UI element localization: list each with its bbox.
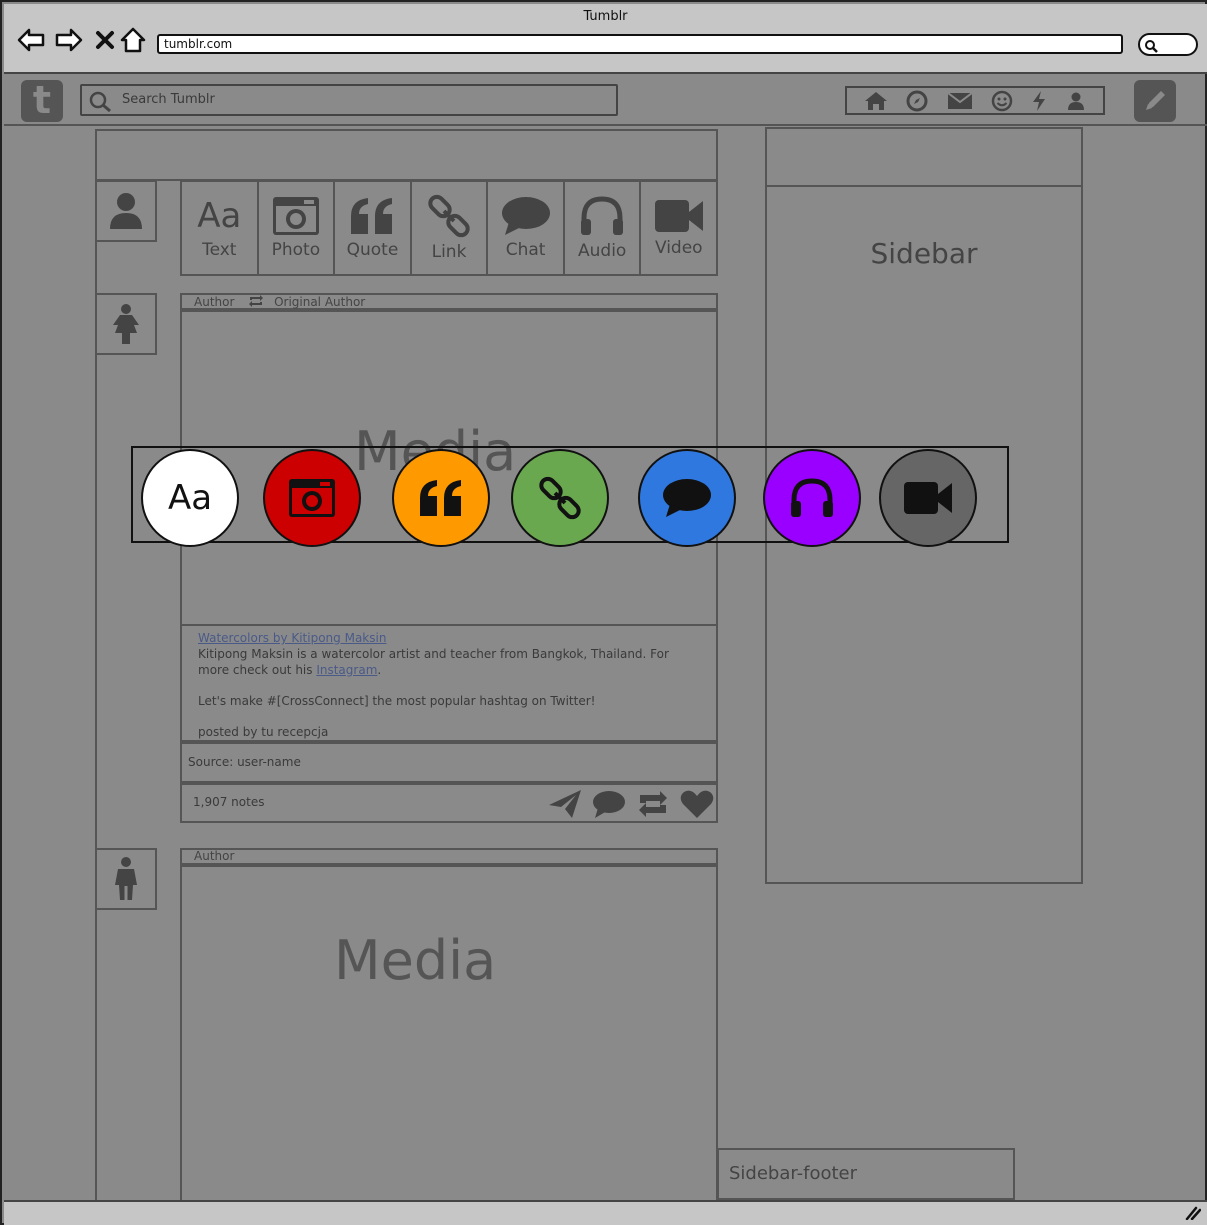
post-type-chat[interactable]: Chat bbox=[488, 182, 565, 274]
post-source[interactable]: Source: user-name bbox=[180, 742, 718, 783]
avatar[interactable] bbox=[95, 180, 157, 242]
link-icon bbox=[539, 476, 581, 520]
caption-hashtag-line: Let's make #[CrossConnect] the most popu… bbox=[198, 694, 596, 708]
post-media-area: Media bbox=[180, 865, 718, 1200]
quote-icon bbox=[351, 198, 393, 234]
user-icon bbox=[110, 193, 142, 229]
lightning-icon[interactable] bbox=[1031, 90, 1047, 112]
post-type-photo[interactable]: Photo bbox=[259, 182, 336, 274]
browser-search-field[interactable] bbox=[1138, 33, 1198, 56]
url-bar[interactable]: tumblr.com bbox=[157, 34, 1123, 54]
post-type-overlay: Aa bbox=[131, 446, 1009, 547]
camera-icon bbox=[289, 479, 335, 517]
smiley-icon[interactable] bbox=[991, 90, 1013, 112]
post-type-link[interactable]: Link bbox=[412, 182, 489, 274]
header-divider bbox=[4, 124, 1207, 126]
heart-icon[interactable] bbox=[680, 789, 714, 819]
share-icon[interactable] bbox=[548, 789, 582, 819]
home-icon[interactable] bbox=[864, 91, 888, 111]
instagram-link[interactable]: Instagram bbox=[316, 663, 377, 677]
pencil-icon bbox=[1146, 91, 1165, 110]
overlay-chat-button[interactable] bbox=[638, 449, 736, 547]
home-icon[interactable] bbox=[119, 26, 147, 54]
post-type-label: Text bbox=[202, 240, 237, 260]
media-placeholder: Media bbox=[334, 929, 497, 992]
reblog-icon bbox=[249, 295, 264, 307]
post-type-label: Quote bbox=[346, 240, 399, 260]
female-user-icon bbox=[113, 304, 139, 344]
original-author-link[interactable]: Original Author bbox=[274, 295, 365, 309]
post-author-bar: Author bbox=[180, 848, 718, 865]
overlay-photo-button[interactable] bbox=[263, 449, 361, 547]
quote-icon bbox=[420, 480, 461, 516]
post-type-label: Link bbox=[431, 242, 467, 262]
post-type-audio[interactable]: Audio bbox=[565, 182, 642, 274]
dashboard-top-box bbox=[95, 129, 718, 181]
caption-posted-by: posted by tu recepcja bbox=[198, 725, 329, 739]
post-type-video[interactable]: Video bbox=[641, 182, 716, 274]
text-icon: Aa bbox=[197, 196, 242, 236]
reblog-icon[interactable] bbox=[636, 789, 670, 819]
post-type-label: Photo bbox=[271, 240, 321, 260]
overlay-audio-button[interactable] bbox=[763, 449, 861, 547]
author-link[interactable]: Author bbox=[194, 295, 234, 309]
sidebar-header bbox=[765, 127, 1083, 187]
post-footer: 1,907 notes bbox=[180, 783, 718, 823]
overlay-video-button[interactable] bbox=[879, 449, 977, 547]
video-camera-icon bbox=[654, 200, 703, 232]
compass-icon[interactable] bbox=[906, 90, 928, 112]
overlay-link-button[interactable] bbox=[511, 449, 609, 547]
compose-button[interactable] bbox=[1134, 80, 1176, 122]
account-icon[interactable] bbox=[1066, 91, 1086, 111]
dashboard-nav bbox=[845, 86, 1105, 115]
overlay-quote-button[interactable] bbox=[392, 449, 490, 547]
post-type-text[interactable]: Aa Text bbox=[182, 182, 259, 274]
overlay-text-button[interactable]: Aa bbox=[141, 449, 239, 547]
sidebar-footer: Sidebar-footer bbox=[717, 1148, 1015, 1200]
post-type-quote[interactable]: Quote bbox=[335, 182, 412, 274]
headphones-icon bbox=[791, 478, 833, 517]
link-icon bbox=[428, 194, 470, 238]
post-type-selector: Aa Text Photo Quote Link Chat Audio Vide… bbox=[180, 180, 718, 276]
tumblr-logo[interactable]: t bbox=[21, 80, 63, 122]
caption-period: . bbox=[377, 663, 382, 677]
post-author-bar: Author Original Author bbox=[180, 293, 718, 310]
post-caption: Watercolors by Kitipong Maksin Kitipong … bbox=[180, 624, 718, 742]
video-camera-icon bbox=[904, 482, 952, 514]
headphones-icon bbox=[581, 196, 624, 235]
avatar[interactable] bbox=[95, 293, 157, 355]
camera-icon bbox=[272, 197, 319, 235]
reply-icon[interactable] bbox=[592, 789, 626, 819]
search-icon bbox=[1145, 40, 1158, 53]
mail-icon[interactable] bbox=[947, 91, 973, 110]
chat-icon bbox=[501, 197, 550, 235]
search-icon bbox=[89, 91, 111, 112]
browser-statusbar bbox=[4, 1200, 1207, 1225]
forward-icon[interactable] bbox=[55, 26, 83, 54]
author-link[interactable]: Author bbox=[194, 849, 234, 863]
back-icon[interactable] bbox=[17, 26, 45, 54]
sidebar-title: Sidebar bbox=[870, 237, 978, 270]
post-type-label: Video bbox=[654, 238, 703, 258]
browser-window: Tumblr tumblr.com t Search Tumblr Aa Tex… bbox=[0, 0, 1207, 1225]
browser-titlebar: Tumblr tumblr.com bbox=[4, 4, 1207, 74]
male-user-icon bbox=[115, 857, 137, 900]
search-placeholder: Search Tumblr bbox=[122, 92, 215, 107]
chat-icon bbox=[663, 479, 711, 517]
post-type-label: Audio bbox=[578, 241, 627, 261]
resize-grip-icon[interactable] bbox=[1185, 1206, 1201, 1220]
stop-icon[interactable] bbox=[91, 26, 119, 54]
avatar[interactable] bbox=[95, 848, 157, 910]
text-icon: Aa bbox=[167, 478, 213, 518]
window-title: Tumblr bbox=[583, 9, 628, 24]
caption-title-link[interactable]: Watercolors by Kitipong Maksin bbox=[198, 631, 386, 645]
search-input[interactable]: Search Tumblr bbox=[80, 84, 618, 116]
notes-count[interactable]: 1,907 notes bbox=[193, 795, 264, 809]
caption-text: Kitipong Maksin is a watercolor artist a… bbox=[198, 647, 669, 677]
post-type-label: Chat bbox=[505, 240, 546, 260]
